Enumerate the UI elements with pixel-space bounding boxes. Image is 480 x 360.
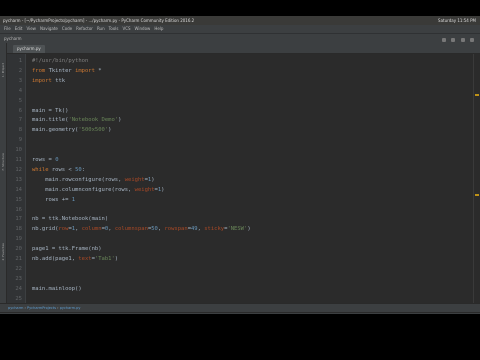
line-number: 15 [15,196,22,203]
code-line: main.columnconfigure(rows, weight=1) [32,186,165,193]
warning-marker[interactable] [475,94,479,96]
window-title: pycharm - [~/PycharmProjects/pycharm] - … [3,18,195,23]
letterbox-top [0,0,480,16]
line-number: 4 [18,87,22,94]
line-number: 10 [15,147,22,154]
editor-tab-row: pycharm.py [7,43,480,54]
code-line: rows = 0 [32,157,59,163]
code-line: import ttk [32,77,66,84]
line-number: 23 [15,275,22,282]
editor-scrollbar[interactable] [473,54,480,303]
code-line: from Tkinter import * [32,67,102,74]
code-line: page1 = ttk.Frame(nb) [32,246,102,253]
line-number: 5 [18,97,22,104]
breadcrumb-item[interactable]: pycharm [8,306,23,310]
tab-pycharm-py[interactable]: pycharm.py [13,45,45,53]
line-number: 12 [15,166,22,173]
line-number: 7 [18,117,22,124]
code-editor[interactable]: #!/usr/bin/python from Tkinter import * im… [26,54,480,303]
code-line: main.title('Notebook Demo') [32,117,122,124]
line-number: 6 [18,107,22,114]
line-number: 3 [18,77,22,84]
menu-file[interactable]: File [4,25,11,33]
code-line: while rows < 50: [32,166,85,173]
line-number: 1 [18,58,22,64]
menu-edit[interactable]: Edit [15,25,23,33]
line-number: 16 [15,206,22,213]
line-number: 18 [15,226,22,233]
line-number: 11 [15,157,22,163]
line-number: 22 [15,265,22,272]
settings-icon[interactable] [460,38,465,42]
line-number: 19 [15,236,22,243]
code-line: main = Tk() [32,107,69,114]
line-number: 17 [15,216,22,223]
line-number-gutter: 1 2 3 4 5 6 7 8 9 10 11 12 13 14 15 16 17 18 19 20 21 22 23 24 2… [7,54,26,303]
line-number: 20 [15,246,22,253]
code-line: main.mainloop() [32,285,82,292]
menu-run[interactable]: Run [97,25,105,33]
line-number: 24 [15,285,22,292]
line-number: 13 [15,176,22,183]
code-line: nb = ttk.Notebook(main) [32,216,109,223]
project-breadcrumb[interactable]: pycharm [4,34,22,43]
menu-help[interactable]: Help [154,25,163,33]
code-line: main.geometry('500x500') [32,127,112,134]
code-line: nb.grid(row=1, column=0, columnspan=50, … [32,226,251,233]
menu-vcs[interactable]: VCS [122,25,130,33]
menu-refactor[interactable]: Refactor [76,25,93,33]
line-number: 14 [15,186,22,193]
code-line: main.rowconfigure(rows, weight=1) [32,176,155,183]
run-icon[interactable] [442,38,447,42]
code-line: #!/usr/bin/python [32,58,89,64]
debug-icon[interactable] [451,38,456,42]
code-line: nb.add(page1, text='Tab1') [32,256,119,262]
menu-tools[interactable]: Tools [109,25,119,33]
breadcrumb-item[interactable]: PycharmProjects [27,306,56,310]
line-number: 9 [18,137,22,144]
line-number: 21 [15,256,22,262]
code-line: rows += 1 [32,196,76,203]
pycharm-window: pycharm - [~/PycharmProjects/pycharm] - … [0,16,480,331]
letterbox-bottom [0,314,480,360]
menu-code[interactable]: Code [62,25,72,33]
breadcrumb-item[interactable]: pycharm.py [60,306,81,310]
system-bar: pycharm - [~/PycharmProjects/pycharm] - … [0,16,480,25]
left-tool-strip: 1: Project 7: Structure 2: Favorites [0,43,7,303]
search-icon[interactable] [470,38,474,42]
menu-window[interactable]: Window [135,25,151,33]
line-number: 8 [18,127,22,134]
menu-view[interactable]: View [26,25,36,33]
warning-marker[interactable] [475,194,479,196]
system-tray-clock: Saturday 11:54 PM [438,18,476,23]
line-number: 2 [18,67,22,74]
screen: pycharm - [~/PycharmProjects/pycharm] - … [0,0,480,360]
line-number: 25 [15,295,22,302]
menu-navigate[interactable]: Navigate [40,25,58,33]
menu-bar: File Edit View Navigate Code Refactor Run Tools… [0,25,480,33]
